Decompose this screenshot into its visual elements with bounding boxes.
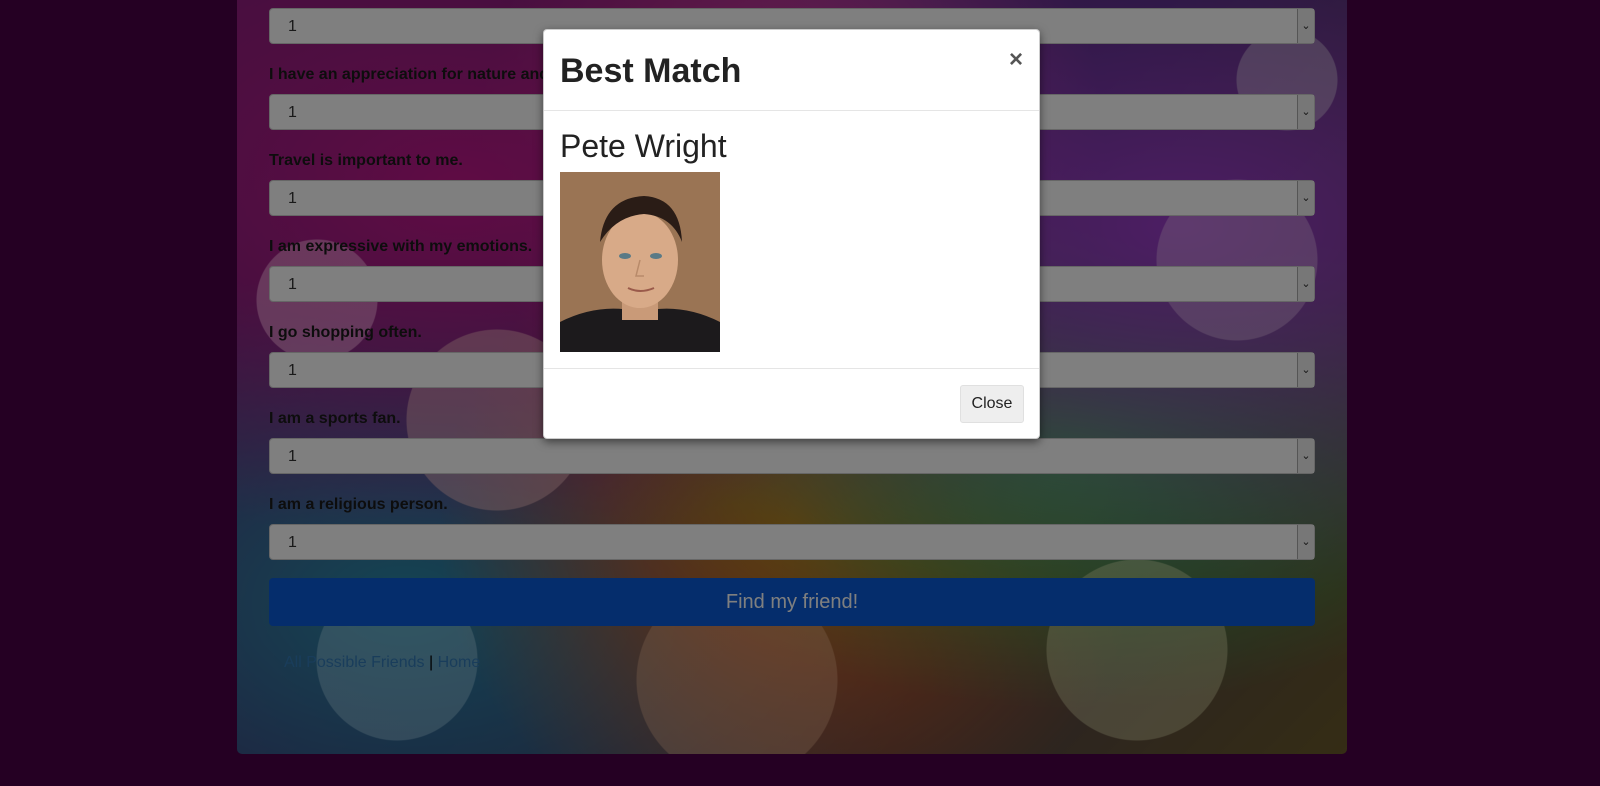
match-name: Pete Wright bbox=[560, 128, 727, 164]
match-photo bbox=[560, 172, 720, 352]
modal-title: Best Match bbox=[560, 52, 742, 90]
modal-footer: Close bbox=[544, 368, 1039, 438]
modal-header: Best Match × bbox=[544, 30, 1039, 111]
close-icon[interactable]: × bbox=[1009, 48, 1023, 72]
close-button[interactable]: Close bbox=[960, 385, 1024, 423]
best-match-modal: Best Match × Pete Wright Close bbox=[543, 29, 1040, 439]
portrait-image bbox=[560, 172, 720, 352]
